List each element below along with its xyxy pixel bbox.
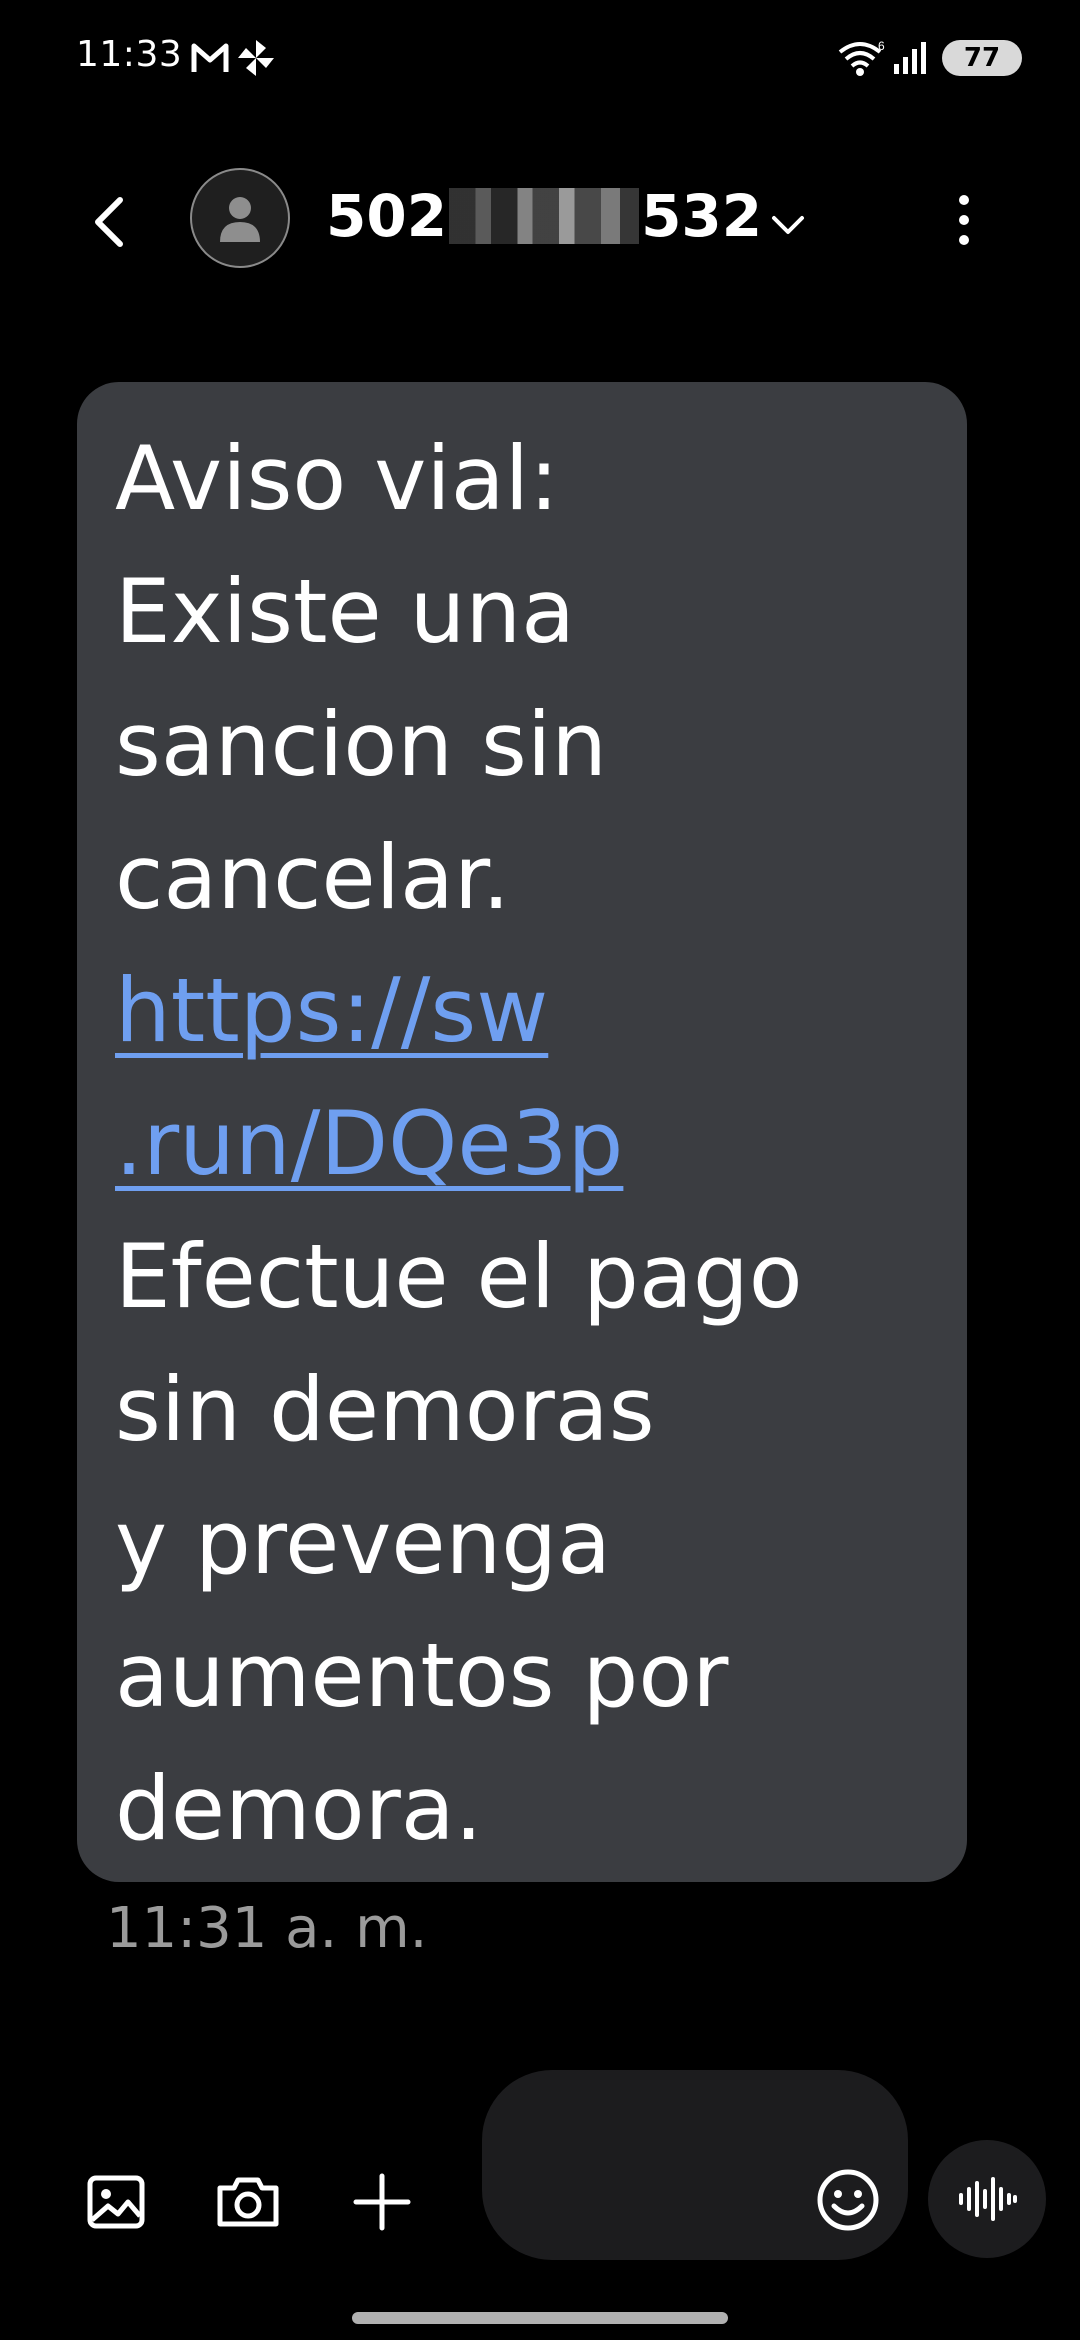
message-line: Efectue el pago [115, 1225, 803, 1328]
avatar[interactable] [190, 168, 290, 268]
message-line: aumentos por [115, 1624, 729, 1727]
camera-icon[interactable] [216, 2170, 280, 2234]
battery-icon: 77 [942, 40, 1022, 76]
redacted-digits [449, 188, 640, 244]
voice-wave-icon [959, 2177, 1017, 2221]
chevron-down-icon[interactable] [766, 202, 810, 246]
status-time: 11:33 [76, 34, 183, 75]
home-indicator[interactable] [352, 2312, 728, 2324]
contact-number-prefix: 502 [326, 182, 448, 250]
wifi-icon: 6 [836, 38, 886, 82]
back-arrow-icon[interactable] [80, 190, 144, 254]
message-line: sancion sin [115, 693, 608, 796]
more-vert-icon[interactable] [940, 188, 988, 252]
pinwheel-app-icon [236, 38, 276, 82]
plus-icon[interactable] [350, 2170, 414, 2234]
emoji-icon[interactable] [814, 2166, 882, 2234]
gallery-icon[interactable] [84, 2170, 148, 2234]
message-link[interactable]: .run/DQe3p [115, 1077, 929, 1210]
message-bubble[interactable]: Aviso vial: Existe una sancion sin cance… [77, 382, 967, 1882]
message-line: sin demoras [115, 1358, 655, 1461]
gmail-icon [190, 40, 230, 80]
message-link[interactable]: https://sw [115, 944, 929, 1077]
status-bar: 11:33 6 77 [0, 0, 1080, 118]
message-timestamp: 11:31 a. m. [106, 1896, 428, 1961]
conversation-header: 502 532 [0, 160, 1080, 280]
message-line: cancelar. [115, 826, 511, 929]
battery-level: 77 [963, 43, 1001, 73]
message-line: Aviso vial: [115, 427, 559, 530]
contact-number-suffix: 532 [641, 182, 763, 250]
svg-text:6: 6 [878, 39, 885, 53]
message-line: demora. [115, 1757, 483, 1860]
signal-icon [892, 40, 928, 80]
message-line: y prevenga [115, 1491, 612, 1594]
contact-name[interactable]: 502 532 [326, 182, 762, 250]
voice-record-button[interactable] [928, 2140, 1046, 2258]
message-line: Existe una [115, 560, 576, 663]
person-icon [220, 197, 260, 242]
